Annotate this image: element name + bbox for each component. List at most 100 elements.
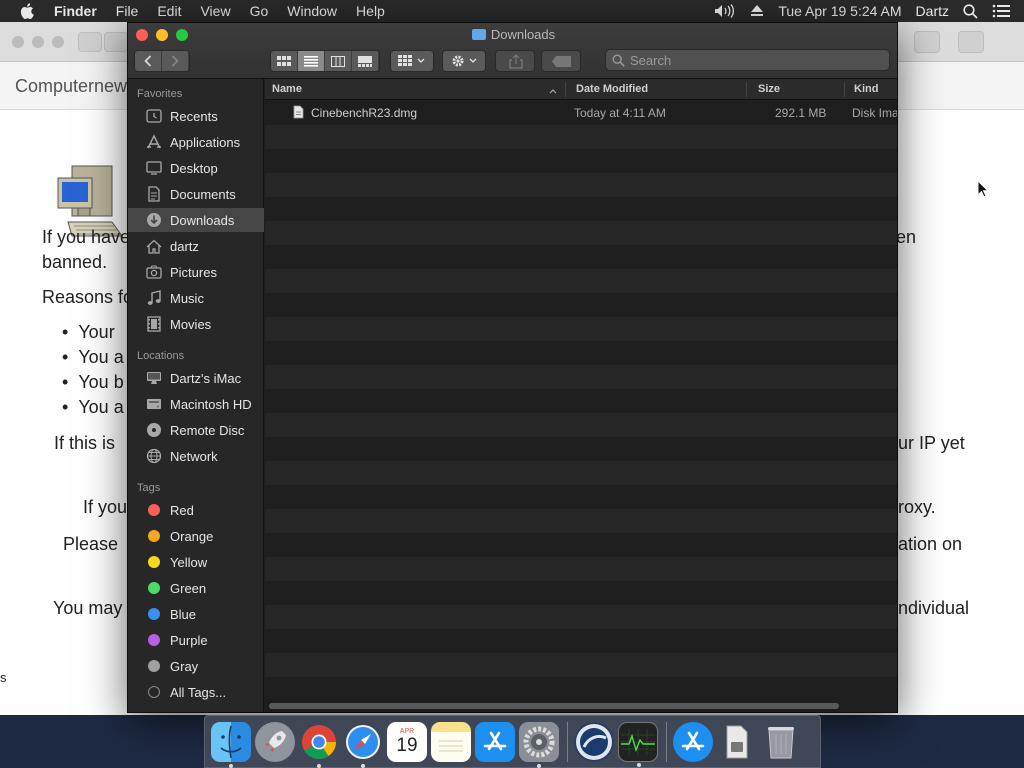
menu-window[interactable]: Window [287,3,337,19]
dock: APR 19 [204,715,821,768]
file-name: CinebenchR23.dmg [311,106,418,120]
sort-chevron-up-icon[interactable] [549,85,557,97]
browser-bullet-item: • You a [62,397,124,417]
sidebar-item-network[interactable]: Network [128,444,264,468]
chrome-icon[interactable] [299,722,339,768]
mouse-cursor-icon [977,179,990,203]
share-button[interactable] [495,50,535,72]
column-header-size[interactable]: Size [758,83,780,95]
column-header-name[interactable]: Name [272,83,302,95]
column-view-button[interactable] [325,51,352,71]
browser-window-controls[interactable] [12,36,64,48]
sidebar-item-music[interactable]: Music [128,286,264,310]
sidebar-item-home[interactable]: dartz [128,234,264,258]
documents-folder-icon[interactable] [717,722,757,762]
icon-view-button[interactable] [271,51,298,71]
system-preferences-icon[interactable] [519,721,559,768]
empty-row [265,605,897,629]
empty-row [265,437,897,461]
gallery-view-button[interactable] [352,51,379,71]
sidebar-item-movies[interactable]: Movies [128,312,264,336]
trash-icon[interactable] [761,722,801,762]
sidebar-item-applications[interactable]: Applications [128,130,264,154]
notification-center-icon[interactable] [992,4,1010,18]
action-gear-button[interactable] [442,50,486,72]
column-header-kind[interactable]: Kind [854,83,878,95]
sidebar-item-desktop[interactable]: Desktop [128,156,264,180]
activity-monitor-icon[interactable] [618,721,658,767]
browser-text-line: You may [53,598,123,618]
apple-menu-icon[interactable] [20,3,38,19]
applications-icon [145,134,163,150]
eject-icon[interactable] [750,5,764,17]
sidebar-item-macintosh-hd[interactable]: Macintosh HD [128,392,264,416]
empty-row [265,413,897,437]
menu-view[interactable]: View [200,3,230,19]
browser-site-title[interactable]: Computernew [15,76,127,96]
browser-share-button[interactable] [914,31,940,53]
browser-forward-button[interactable] [104,32,128,52]
launchpad-icon[interactable] [255,721,295,762]
user-menu[interactable]: Dartz [916,3,949,19]
sidebar-tag-yellow[interactable]: Yellow [128,550,264,574]
sidebar-item-recents[interactable]: Recents [128,104,264,128]
sidebar-tag-blue[interactable]: Blue [128,602,264,626]
folder-icon [471,29,486,40]
menu-finder[interactable]: Finder [54,3,97,19]
forward-button[interactable] [162,51,189,71]
browser-text-line: ur IP yet [898,433,965,453]
menu-file[interactable]: File [116,3,139,19]
sidebar-item-remote-disc[interactable]: Remote Disc [128,418,264,442]
empty-row [265,173,897,197]
sidebar-all-tags[interactable]: All Tags... [128,680,264,704]
downloads-icon [145,212,163,228]
calendar-icon[interactable]: APR 19 [387,721,427,762]
cinema4d-icon[interactable] [574,721,614,762]
menu-go[interactable]: Go [250,3,269,19]
sidebar-tag-orange[interactable]: Orange [128,524,264,548]
finder-icon[interactable] [211,721,251,768]
sidebar-tag-purple[interactable]: Purple [128,628,264,652]
sidebar-item-imac[interactable]: Dartz's iMac [128,366,264,390]
horizontal-scrollbar[interactable] [269,703,839,709]
file-row[interactable]: CinebenchR23.dmg Today at 4:11 AM 292.1 … [265,101,897,125]
column-header-date-modified[interactable]: Date Modified [576,83,648,95]
app-store-downloads-icon[interactable] [673,721,713,762]
sidebar-item-downloads[interactable]: Downloads [128,208,264,232]
volume-icon[interactable] [714,4,736,18]
menu-help[interactable]: Help [356,3,385,19]
back-button[interactable] [135,51,162,71]
empty-row [265,485,897,509]
browser-back-button[interactable] [78,32,102,52]
sidebar-item-documents[interactable]: Documents [128,182,264,206]
remote-disc-icon [145,422,163,438]
pictures-camera-icon [145,264,163,280]
sidebar-tag-green[interactable]: Green [128,576,264,600]
column-divider[interactable] [844,82,845,97]
list-view-button[interactable] [298,51,325,71]
safari-icon[interactable] [343,722,383,768]
favorites-heading: Favorites [137,88,183,100]
notes-icon[interactable] [431,721,471,762]
all-tags-icon [148,686,160,698]
column-divider[interactable] [565,82,566,97]
running-indicator [361,763,365,768]
search-field[interactable]: Search [605,49,890,71]
spotlight-search-icon[interactable] [963,3,978,19]
browser-tabs-button[interactable] [958,31,984,53]
sidebar-item-pictures[interactable]: Pictures [128,260,264,284]
search-placeholder: Search [630,52,672,68]
app-store-icon[interactable] [475,721,515,762]
menu-edit[interactable]: Edit [157,3,181,19]
sidebar-tag-gray[interactable]: Gray [128,654,264,678]
desktop-icon [145,160,163,176]
sidebar-tag-red[interactable]: Red [128,498,264,522]
finder-window: Downloads Search Favorites Recents Appli… [127,22,898,713]
empty-row [265,653,897,677]
group-by-button[interactable] [390,50,434,72]
clock-text[interactable]: Tue Apr 19 5:24 AM [778,3,901,19]
browser-bullet-item: • You b [62,372,124,392]
edit-tags-button[interactable] [541,50,581,72]
column-divider[interactable] [746,82,747,97]
movies-film-icon [145,316,163,332]
